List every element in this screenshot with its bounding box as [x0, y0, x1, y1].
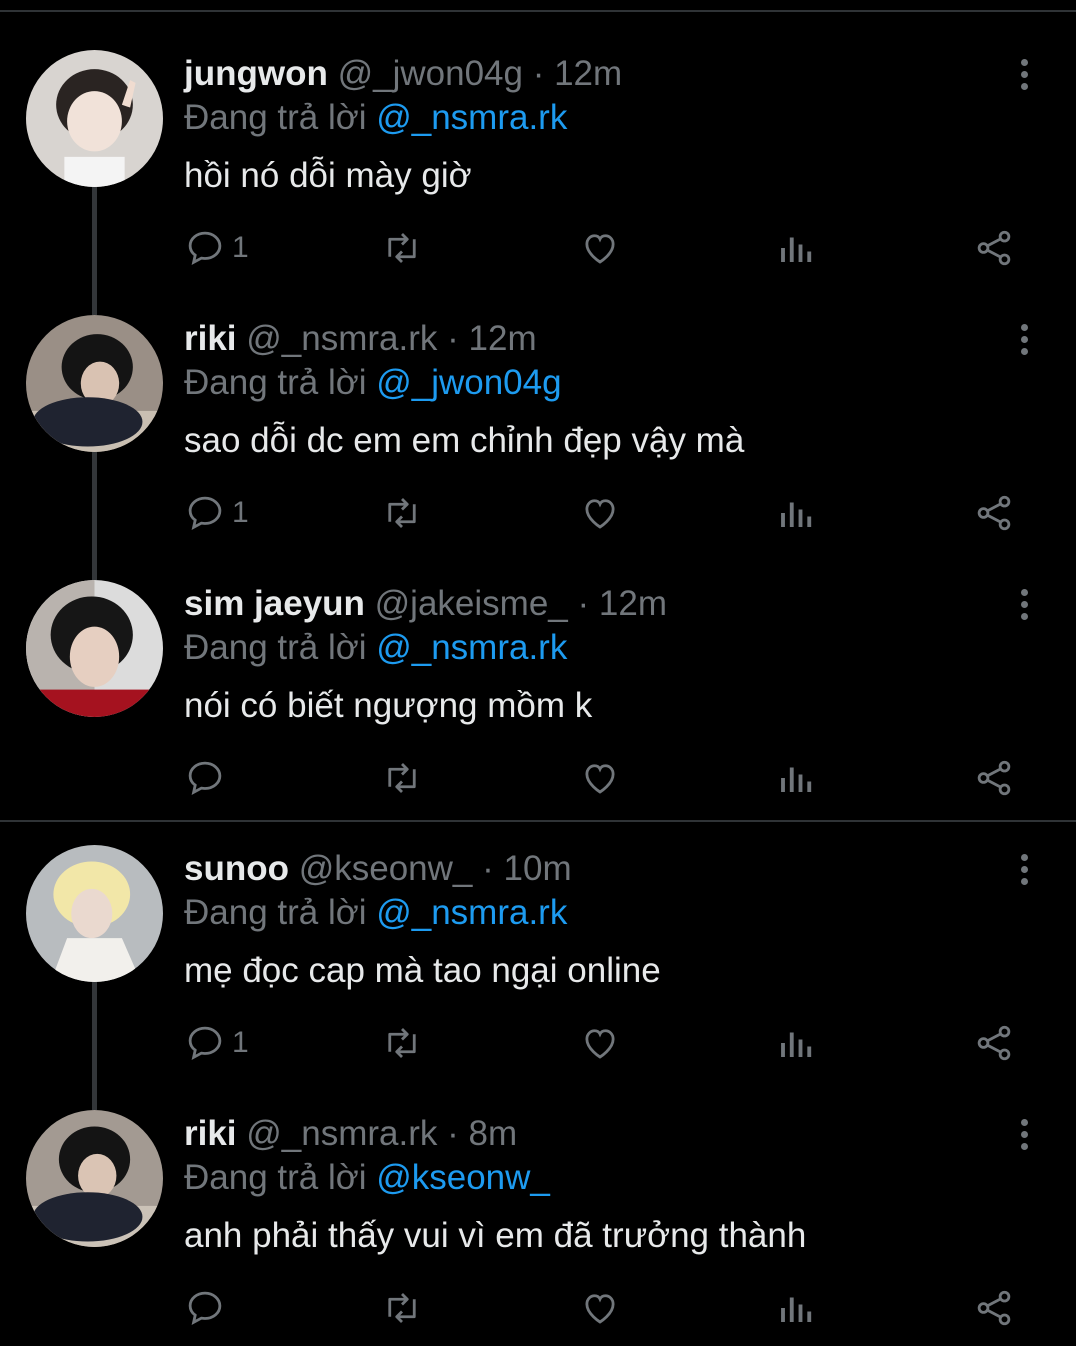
- avatar[interactable]: [26, 50, 163, 187]
- username[interactable]: @_nsmra.rk: [246, 1114, 437, 1153]
- comment-icon: [188, 231, 222, 266]
- tweet-header: jungwon @_jwon04g · 12m: [184, 54, 622, 94]
- views-icon: [781, 767, 812, 792]
- retweet-icon: [388, 498, 416, 528]
- username[interactable]: @jakeisme_: [375, 584, 568, 623]
- display-name[interactable]: sim jaeyun: [184, 584, 365, 623]
- retweet-icon: [388, 233, 416, 263]
- retweet-icon: [388, 763, 416, 793]
- username[interactable]: @kseonw_: [299, 849, 473, 888]
- reply-count: 1: [232, 1026, 249, 1059]
- replying-to: Đang trả lời @_nsmra.rk: [184, 628, 567, 668]
- timestamp[interactable]: 12m: [599, 584, 667, 623]
- more-vertical-icon[interactable]: [1008, 54, 1040, 94]
- avatar[interactable]: [26, 315, 163, 452]
- mention-link[interactable]: @_nsmra.rk: [376, 893, 567, 932]
- separator: ·: [532, 54, 545, 93]
- views-icon: [781, 237, 812, 262]
- separator: ·: [482, 849, 494, 888]
- mention-link[interactable]: @_nsmra.rk: [376, 628, 567, 667]
- views-icon: [781, 1032, 812, 1057]
- avatar[interactable]: [26, 845, 163, 982]
- timestamp[interactable]: 12m: [469, 319, 537, 358]
- retweet-button[interactable]: [381, 1283, 423, 1333]
- separator: ·: [577, 584, 590, 623]
- tweet-text: hồi nó dỗi mày giờ: [184, 156, 472, 195]
- tweet[interactable]: jungwon @_jwon04g · 12m Đang trả lời @_n…: [0, 0, 1076, 266]
- share-icon: [977, 495, 1011, 531]
- mention-link[interactable]: @kseonw_: [376, 1158, 550, 1197]
- tweet-header: riki @_nsmra.rk · 8m: [184, 1114, 517, 1154]
- tweet[interactable]: sunoo @kseonw_ · 10m Đang trả lời @_nsmr…: [0, 795, 1076, 1061]
- tweet[interactable]: sim jaeyun @jakeisme_ · 12m Đang trả lời…: [0, 530, 1076, 796]
- more-vertical-icon[interactable]: [1008, 849, 1040, 889]
- more-vertical-icon[interactable]: [1008, 1114, 1040, 1154]
- replying-to-label: Đang trả lời: [184, 363, 377, 402]
- separator: ·: [447, 1114, 459, 1153]
- retweet-icon: [388, 1028, 416, 1058]
- replying-to: Đang trả lời @kseonw_: [184, 1158, 550, 1198]
- comment-icon: [188, 496, 222, 531]
- replying-to-label: Đang trả lời: [184, 98, 377, 137]
- heart-icon: [585, 1294, 615, 1324]
- share-icon: [977, 760, 1011, 796]
- reply-count: 1: [232, 231, 249, 264]
- tweet-header: sim jaeyun @jakeisme_ · 12m: [184, 584, 667, 624]
- share-icon: [977, 230, 1011, 266]
- views-icon: [781, 502, 812, 527]
- heart-icon: [585, 499, 615, 529]
- action-bar: [0, 1283, 1076, 1333]
- share-icon: [977, 1290, 1011, 1326]
- mention-link[interactable]: @_jwon04g: [376, 363, 561, 402]
- avatar[interactable]: [26, 1110, 163, 1247]
- more-vertical-icon[interactable]: [1008, 584, 1040, 624]
- tweet-text: mẹ đọc cap mà tao ngại online: [184, 951, 661, 990]
- share-icon: [977, 1025, 1011, 1061]
- reply-button[interactable]: [184, 1283, 232, 1333]
- like-button[interactable]: [579, 1283, 621, 1333]
- display-name[interactable]: riki: [184, 319, 237, 358]
- comment-icon: [188, 1026, 222, 1061]
- separator: ·: [447, 319, 459, 358]
- display-name[interactable]: riki: [184, 1114, 237, 1153]
- replying-to-label: Đang trả lời: [184, 1158, 377, 1197]
- replying-to: Đang trả lời @_nsmra.rk: [184, 893, 567, 933]
- heart-icon: [585, 234, 615, 264]
- display-name[interactable]: jungwon: [184, 54, 328, 93]
- comment-icon: [188, 761, 222, 796]
- tweet-text: sao dỗi dc em em chỉnh đẹp vậy mà: [184, 421, 745, 460]
- timestamp[interactable]: 10m: [504, 849, 572, 888]
- mention-link[interactable]: @_nsmra.rk: [376, 98, 567, 137]
- views-button[interactable]: [776, 1283, 818, 1333]
- tweet-text: nói có biết ngượng mồm k: [184, 686, 593, 725]
- replying-to: Đang trả lời @_nsmra.rk: [184, 98, 567, 138]
- tweet-header: riki @_nsmra.rk · 12m: [184, 319, 537, 359]
- display-name[interactable]: sunoo: [184, 849, 289, 888]
- share-button[interactable]: [973, 1283, 1015, 1333]
- tweet-text: anh phải thấy vui vì em đã trưởng thành: [184, 1216, 807, 1255]
- replying-to-label: Đang trả lời: [184, 628, 377, 667]
- username[interactable]: @_nsmra.rk: [246, 319, 437, 358]
- timestamp[interactable]: 8m: [469, 1114, 518, 1153]
- tweet[interactable]: riki @_nsmra.rk · 12m Đang trả lời @_jwo…: [0, 265, 1076, 531]
- avatar[interactable]: [26, 580, 163, 717]
- views-icon: [781, 1297, 812, 1322]
- timestamp[interactable]: 12m: [554, 54, 622, 93]
- heart-icon: [585, 1029, 615, 1059]
- replying-to: Đang trả lời @_jwon04g: [184, 363, 562, 403]
- retweet-icon: [388, 1293, 416, 1323]
- username[interactable]: @_jwon04g: [338, 54, 523, 93]
- replying-to-label: Đang trả lời: [184, 893, 377, 932]
- comment-icon: [188, 1291, 222, 1326]
- more-vertical-icon[interactable]: [1008, 319, 1040, 359]
- heart-icon: [585, 764, 615, 794]
- reply-count: 1: [232, 496, 249, 529]
- tweet[interactable]: riki @_nsmra.rk · 8m Đang trả lời @kseon…: [0, 1060, 1076, 1326]
- tweet-header: sunoo @kseonw_ · 10m: [184, 849, 572, 889]
